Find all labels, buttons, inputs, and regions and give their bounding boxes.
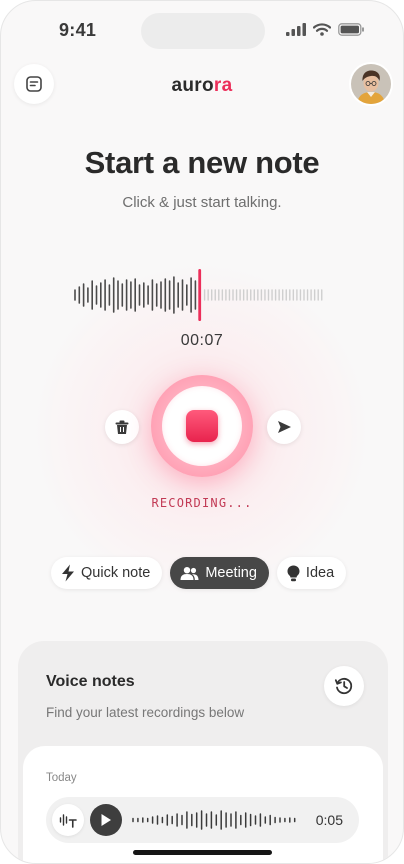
lightbulb-icon (287, 565, 300, 581)
play-icon (101, 814, 111, 826)
recordings-card: Today 0:05 (23, 746, 383, 863)
stop-icon (186, 410, 218, 442)
voice-notes-subtitle: Find your latest recordings below (46, 705, 245, 720)
brand-accent: ra (213, 75, 233, 96)
phone-screen: 9:41 aurora Start a new note Click & jus… (0, 0, 404, 864)
voice-note-duration: 0:05 (315, 812, 343, 828)
history-icon (334, 677, 353, 695)
dynamic-island (141, 13, 265, 49)
mode-selector: Quick note Meeting Idea (51, 557, 347, 589)
mode-chip-label: Meeting (205, 565, 257, 581)
send-icon (277, 421, 291, 433)
transcribe-button[interactable] (52, 804, 84, 836)
voice-note-player[interactable]: 0:05 (46, 797, 359, 843)
delete-button[interactable] (105, 410, 139, 444)
waveform-playhead (198, 269, 202, 321)
avatar-image (351, 64, 391, 104)
history-button[interactable] (324, 666, 364, 706)
mode-chip-meeting[interactable]: Meeting (170, 557, 269, 589)
voice-note-waveform (132, 810, 296, 830)
transcribe-icon (59, 814, 77, 828)
wifi-icon (313, 23, 331, 36)
brand-logo: aurora (1, 75, 403, 97)
avatar[interactable] (351, 64, 391, 104)
recording-status: RECORDING... (151, 496, 253, 510)
record-button[interactable] (151, 375, 253, 477)
status-time: 9:41 (59, 20, 97, 40)
hero-subtitle: Click & just start talking. (122, 194, 282, 211)
status-icons (286, 23, 365, 36)
record-button-inner (162, 386, 242, 466)
bolt-icon (62, 564, 74, 582)
play-button[interactable] (90, 804, 122, 836)
brand-prefix: auro (171, 75, 214, 96)
recording-waveform (74, 269, 323, 321)
voice-notes-title: Voice notes (46, 673, 135, 690)
date-group-label: Today (46, 772, 77, 784)
mode-chip-idea[interactable]: Idea (276, 557, 347, 589)
recording-timer: 00:07 (180, 332, 224, 349)
trash-icon (115, 420, 129, 434)
mode-chip-label: Idea (305, 565, 335, 581)
mode-chip-label: Quick note (81, 565, 151, 581)
mode-chip-quick-note[interactable]: Quick note (51, 557, 163, 589)
users-icon (180, 566, 199, 580)
battery-icon (338, 23, 364, 36)
home-indicator (133, 850, 272, 855)
voice-notes-panel: Voice notes Find your latest recordings … (18, 641, 388, 863)
send-button[interactable] (267, 410, 301, 444)
signal-icon (286, 23, 306, 36)
hero-title: Start a new note (84, 145, 320, 180)
